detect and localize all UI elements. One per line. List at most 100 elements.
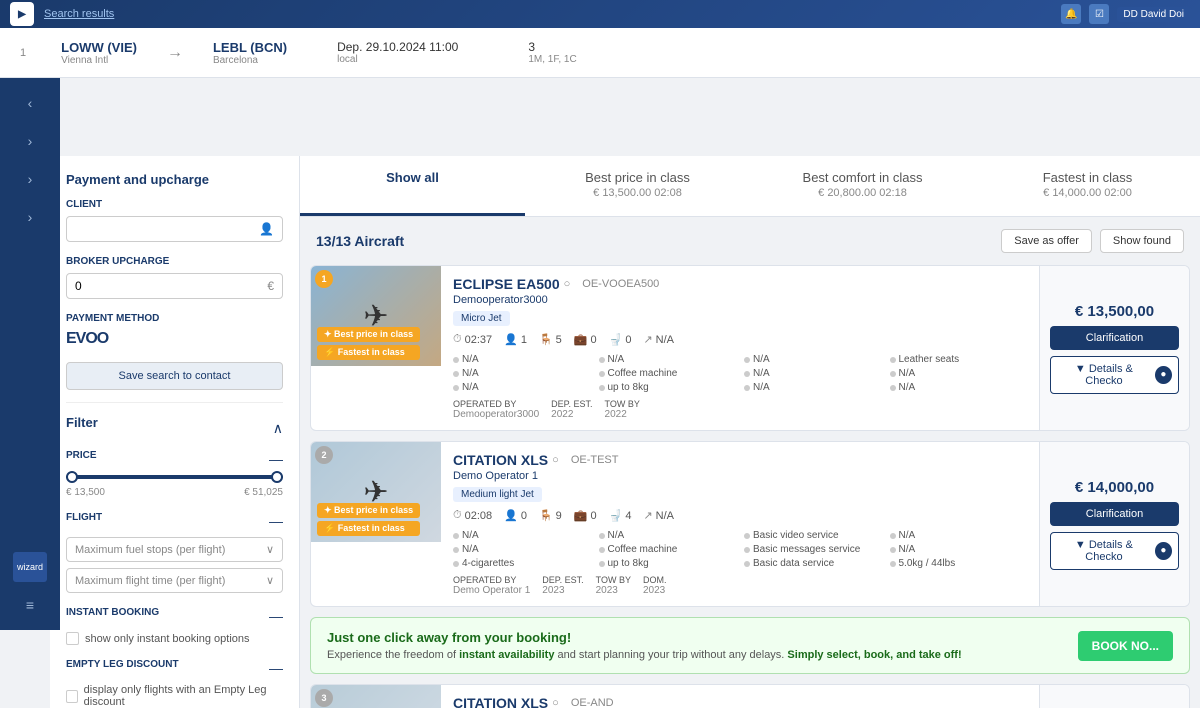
client-section: CLIENT 👤	[66, 199, 283, 242]
broker-input[interactable]: €	[66, 273, 283, 299]
aircraft-info-1: CITATION XLS ○ OE-TEST Demo Operator 1 M…	[441, 442, 1039, 606]
route-arrow-icon: →	[167, 44, 183, 62]
aircraft-operator-1: Demo Operator 1	[453, 470, 1027, 482]
save-offer-button[interactable]: Save as offer	[1001, 229, 1092, 253]
filter-header: Filter ∧	[66, 415, 283, 442]
fuel-stops-dropdown[interactable]: Maximum fuel stops (per flight) ∨	[66, 537, 283, 562]
aircraft-features-0: N/A N/A N/A Leather seats N/A Coffee mac…	[453, 354, 1027, 393]
aircraft-name-0: ECLIPSE EA500	[453, 276, 560, 292]
flight-collapse-icon[interactable]: —	[269, 513, 283, 529]
flight-section: FLIGHT — Maximum fuel stops (per flight)…	[66, 512, 283, 593]
route-bar: 1 LOWW (VIE) Vienna Intl → LEBL (BCN) Ba…	[0, 28, 1200, 78]
main-layout: ‹ › › › wizard ≡ Payment and upcharge CL…	[50, 156, 1200, 708]
client-text-input[interactable]	[75, 222, 254, 236]
flight-time-chevron-icon: ∨	[266, 574, 274, 587]
aircraft-price-1: € 14,000,00	[1075, 479, 1154, 496]
price-max: € 51,025	[244, 487, 283, 498]
flight-time-label: Maximum flight time (per flight)	[75, 575, 225, 587]
notifications-icon[interactable]: 🔔	[1061, 4, 1081, 24]
evoo-logo: EVOO	[66, 330, 283, 348]
client-input[interactable]: 👤	[66, 216, 283, 242]
route-number: 1	[20, 47, 26, 59]
aircraft-info-2: CITATION XLS ○ OE-AND Demo Operator 1 Me…	[441, 685, 1039, 708]
rank-medal-2: 3	[315, 689, 333, 707]
badge-best-price-0: ✦ Best price in class	[317, 327, 420, 342]
app-logo: ▶	[10, 2, 34, 26]
instant-checkbox-label: show only instant booking options	[85, 633, 250, 645]
empty-leg-collapse-icon[interactable]: —	[269, 660, 283, 676]
tab-fastest[interactable]: Fastest in class € 14,000.00 02:00	[975, 156, 1200, 216]
empty-leg-section: EMPTY LEG DISCOUNT — display only flight…	[66, 659, 283, 708]
save-search-button[interactable]: Save search to contact	[66, 362, 283, 390]
fuel-stops-label: Maximum fuel stops (per flight)	[75, 544, 225, 556]
empty-leg-checkbox-row: display only flights with an Empty Leg d…	[66, 684, 283, 708]
tab-best-price[interactable]: Best price in class € 13,500.00 02:08	[525, 156, 750, 216]
instant-collapse-icon[interactable]: —	[269, 608, 283, 624]
aircraft-price-panel-2: € 14,000,00 Clarification ▼ Details & Ch…	[1039, 685, 1189, 708]
aircraft-card-0: 1 ✈ ✦ Best price in class ⚡ Fastest in c…	[310, 265, 1190, 431]
aircraft-operator-0: Demooperator3000	[453, 294, 1027, 306]
aircraft-specs-1: ⏱02:08 👤0 🪑9 💼0 🚽4 ↗N/A	[453, 509, 1027, 522]
clarification-button-0[interactable]: Clarification	[1050, 326, 1179, 350]
promo-title: Just one click away from your booking!	[327, 630, 962, 645]
aircraft-card-1: 2 ✈ ✦ Best price in class ⚡ Fastest in c…	[310, 441, 1190, 607]
slider-thumb-right[interactable]	[271, 471, 283, 483]
tab-show-all[interactable]: Show all	[300, 156, 525, 216]
person-icon: 👤	[259, 222, 274, 236]
tab-best-price-sub: € 13,500.00 02:08	[545, 187, 730, 199]
flight-time-dropdown[interactable]: Maximum flight time (per flight) ∨	[66, 568, 283, 593]
results-actions: Save as offer Show found	[1001, 229, 1184, 253]
broker-label: BROKER UPCHARGE	[66, 256, 283, 267]
instant-section: INSTANT BOOKING — show only instant book…	[66, 607, 283, 645]
aircraft-type-1: Medium light Jet	[453, 487, 542, 502]
book-now-button[interactable]: BOOK NO...	[1078, 631, 1173, 661]
aircraft-reg-2: OE-AND	[571, 697, 614, 708]
aircraft-meta-1: OPERATED BYDemo Operator 1 DEP. EST.2023…	[453, 575, 1027, 596]
instant-header: INSTANT BOOKING —	[66, 607, 283, 624]
tab-fastest-sub: € 14,000.00 02:00	[995, 187, 1180, 199]
clarification-button-1[interactable]: Clarification	[1050, 502, 1179, 526]
details-button-1[interactable]: ▼ Details & Checko ●	[1050, 532, 1179, 570]
price-section: PRICE — € 13,500 € 51,025	[66, 450, 283, 498]
aircraft-name-2: CITATION XLS	[453, 695, 548, 708]
broker-value-input[interactable]	[75, 279, 254, 293]
top-navigation: ▶ Search results 🔔 ☑ DD David Doi	[0, 0, 1200, 28]
user-avatar[interactable]: DD David Doi	[1117, 7, 1190, 22]
empty-leg-checkbox[interactable]	[66, 690, 78, 703]
promo-text: Just one click away from your booking! E…	[327, 630, 962, 661]
aircraft-price-panel-1: € 14,000,00 Clarification ▼ Details & Ch…	[1039, 442, 1189, 606]
tab-best-comfort[interactable]: Best comfort in class € 20,800.00 02:18	[750, 156, 975, 216]
results-count: 13/13 Aircraft	[316, 233, 404, 249]
euro-icon: €	[267, 279, 274, 293]
slider-thumb-left[interactable]	[66, 471, 78, 483]
results-header: 13/13 Aircraft Save as offer Show found	[300, 217, 1200, 265]
empty-leg-checkbox-label: display only flights with an Empty Leg d…	[84, 684, 283, 708]
filter-collapse-icon[interactable]: ∧	[273, 420, 283, 437]
rank-medal-0: 1	[315, 270, 333, 288]
aircraft-specs-0: ⏱02:37 👤1 🪑5 💼0 🚽0 ↗N/A	[453, 333, 1027, 346]
details-button-0[interactable]: ▼ Details & Checko ●	[1050, 356, 1179, 394]
aircraft-card-2: 3 ✈ ✦ Best price in class ⚡ Fastest in c…	[310, 684, 1190, 708]
fuel-stops-chevron-icon: ∨	[266, 543, 274, 556]
details-label-0: ▼ Details & Checko	[1057, 363, 1151, 387]
promo-banner: Just one click away from your booking! E…	[310, 617, 1190, 674]
aircraft-meta-0: OPERATED BYDemooperator3000 DEP. EST.202…	[453, 399, 1027, 420]
price-label: PRICE	[66, 450, 97, 461]
sidebar: ‹ › › › wizard ≡	[50, 156, 60, 630]
tab-best-price-label: Best price in class	[545, 170, 730, 185]
instant-checkbox[interactable]	[66, 632, 79, 645]
search-results-link[interactable]: Search results	[44, 8, 114, 20]
price-slider[interactable]	[66, 475, 283, 479]
empty-leg-header: EMPTY LEG DISCOUNT —	[66, 659, 283, 676]
payment-label: PAYMENT METHOD	[66, 313, 283, 324]
from-airport: LOWW (VIE) Vienna Intl	[61, 40, 137, 66]
details-circle-1: ●	[1155, 542, 1172, 560]
price-collapse-icon[interactable]: —	[269, 451, 283, 467]
export-icon[interactable]: ☑	[1089, 4, 1109, 24]
slider-fill	[66, 475, 283, 479]
broker-section: BROKER UPCHARGE €	[66, 256, 283, 299]
tab-fastest-label: Fastest in class	[995, 170, 1180, 185]
content-area: Show all Best price in class € 13,500.00…	[300, 156, 1200, 708]
show-found-button[interactable]: Show found	[1100, 229, 1184, 253]
filter-title: Filter	[66, 415, 98, 430]
